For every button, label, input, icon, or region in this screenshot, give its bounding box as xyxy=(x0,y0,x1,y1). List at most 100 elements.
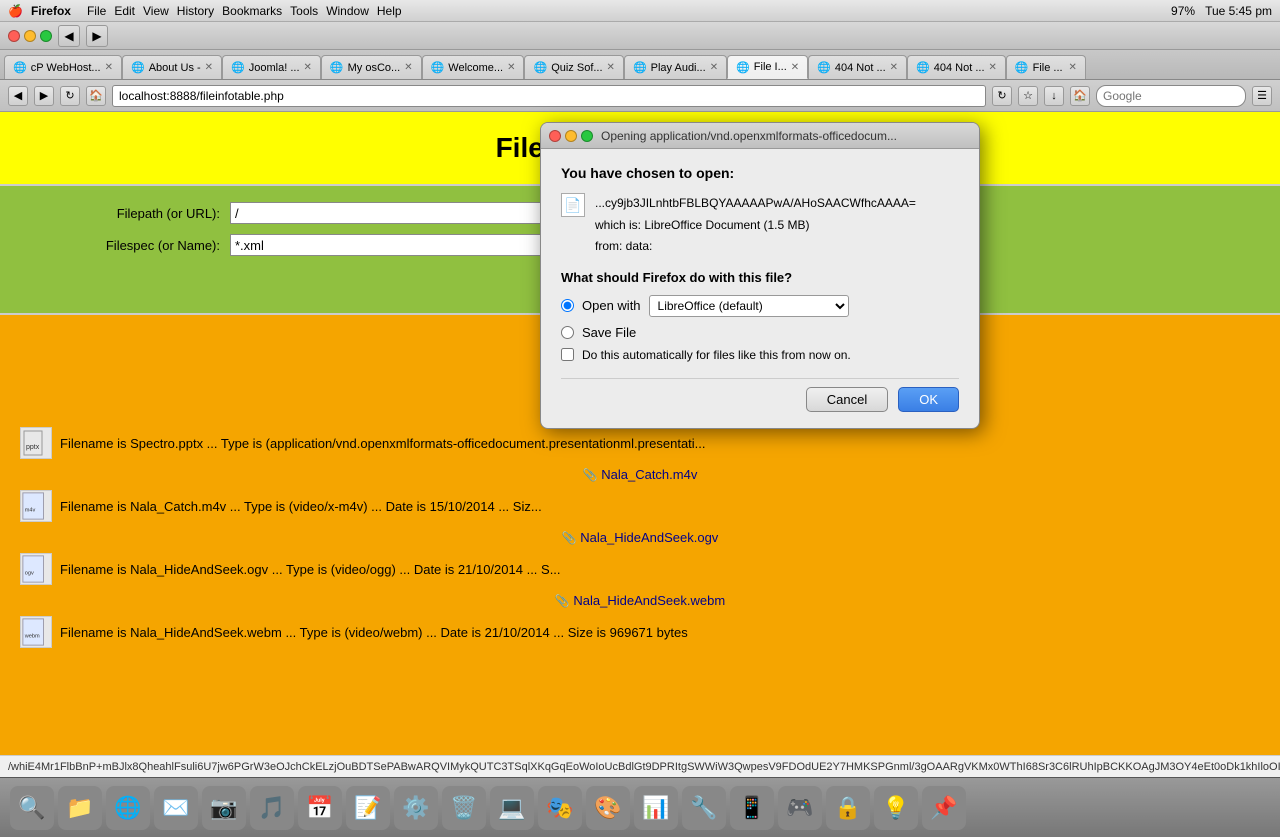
tab-favicon: 🌐 xyxy=(1015,61,1029,74)
open-with-select[interactable]: LibreOffice (default) xyxy=(649,295,849,317)
tab-close-icon[interactable]: ✕ xyxy=(507,62,515,73)
dialog-buttons: Cancel OK xyxy=(561,378,959,412)
dock-app1[interactable]: 🎭 xyxy=(538,786,582,830)
tab-filei[interactable]: 🌐 File I... ✕ xyxy=(727,55,808,79)
save-file-radio[interactable] xyxy=(561,326,574,339)
app-name: Firefox xyxy=(31,4,71,18)
tab-404a[interactable]: 🌐 404 Not ... ✕ xyxy=(808,55,907,79)
dialog-body: You have chosen to open: 📄 ...cy9jb3JILn… xyxy=(541,149,979,428)
ok-button[interactable]: OK xyxy=(898,387,959,412)
tab-file2[interactable]: 🌐 File ... ✕ xyxy=(1006,55,1086,79)
menu-help[interactable]: Help xyxy=(377,4,402,18)
dock-app9[interactable]: 📌 xyxy=(922,786,966,830)
tab-aboutus[interactable]: 🌐 About Us - ✕ xyxy=(122,55,222,79)
dock-app3[interactable]: 📊 xyxy=(634,786,678,830)
tab-close-icon[interactable]: ✕ xyxy=(710,62,718,73)
tab-close-icon[interactable]: ✕ xyxy=(205,62,213,73)
download-button[interactable]: ↓ xyxy=(1044,86,1064,106)
tab-myosco[interactable]: 🌐 My osCo... ✕ xyxy=(321,55,422,79)
open-with-radio[interactable] xyxy=(561,299,574,312)
tab-label: Quiz Sof... xyxy=(551,62,602,74)
go-button[interactable]: ↻ xyxy=(992,86,1012,106)
tab-close-icon[interactable]: ✕ xyxy=(105,62,113,73)
dialog-titlebar: Opening application/vnd.openxmlformats-o… xyxy=(541,123,979,149)
dock-calendar[interactable]: 📅 xyxy=(298,786,342,830)
tab-joomla[interactable]: 🌐 Joomla! ... ✕ xyxy=(222,55,321,79)
dock-terminal[interactable]: 💻 xyxy=(490,786,534,830)
menu-tools[interactable]: Tools xyxy=(290,4,318,18)
minimize-button[interactable] xyxy=(24,30,36,42)
menu-window[interactable]: Window xyxy=(326,4,369,18)
apple-icon[interactable]: 🍎 xyxy=(8,4,23,18)
dock-app8[interactable]: 💡 xyxy=(874,786,918,830)
tab-label: About Us - xyxy=(149,62,201,74)
open-with-option: Open with LibreOffice (default) xyxy=(561,295,959,317)
tab-close-icon[interactable]: ✕ xyxy=(890,62,898,73)
maximize-button[interactable] xyxy=(40,30,52,42)
tab-cpwebhost[interactable]: 🌐 cP WebHost... ✕ xyxy=(4,55,122,79)
home2-button[interactable]: 🏠 xyxy=(1070,86,1090,106)
dialog-close-button[interactable] xyxy=(549,130,561,142)
tab-playaudio[interactable]: 🌐 Play Audi... ✕ xyxy=(624,55,727,79)
dock-music[interactable]: 🎵 xyxy=(250,786,294,830)
back-button[interactable]: ◀ xyxy=(58,25,80,47)
dock-folder[interactable]: 📁 xyxy=(58,786,102,830)
tab-welcome[interactable]: 🌐 Welcome... ✕ xyxy=(422,55,525,79)
tab-label: Joomla! ... xyxy=(249,62,300,74)
tab-label: cP WebHost... xyxy=(31,62,101,74)
dock-app6[interactable]: 🎮 xyxy=(778,786,822,830)
dialog-file-icon: 📄 xyxy=(561,193,585,217)
dock-app2[interactable]: 🎨 xyxy=(586,786,630,830)
menu-file[interactable]: File xyxy=(87,4,106,18)
dock-settings[interactable]: ⚙️ xyxy=(394,786,438,830)
cancel-button[interactable]: Cancel xyxy=(806,387,888,412)
tab-label: 404 Not ... xyxy=(835,62,886,74)
menu-view[interactable]: View xyxy=(143,4,169,18)
dock-notes[interactable]: 📝 xyxy=(346,786,390,830)
close-button[interactable] xyxy=(8,30,20,42)
tab-404b[interactable]: 🌐 404 Not ... ✕ xyxy=(907,55,1006,79)
firefox-navbar: ◀ ▶ xyxy=(0,22,1280,50)
tab-quiz[interactable]: 🌐 Quiz Sof... ✕ xyxy=(524,55,623,79)
menu-bookmarks[interactable]: Bookmarks xyxy=(222,4,282,18)
dock-app7[interactable]: 🔒 xyxy=(826,786,870,830)
tab-close-icon[interactable]: ✕ xyxy=(607,62,615,73)
dock-finder[interactable]: 🔍 xyxy=(10,786,54,830)
tab-close-icon[interactable]: ✕ xyxy=(1069,62,1077,73)
tab-close-icon[interactable]: ✕ xyxy=(791,62,799,73)
url-input[interactable] xyxy=(112,85,986,107)
dialog-zoom-button[interactable] xyxy=(581,130,593,142)
reload-button[interactable]: ↻ xyxy=(60,86,80,106)
dock-mail[interactable]: ✉️ xyxy=(154,786,198,830)
forward-nav-button[interactable]: ▶ xyxy=(34,86,54,106)
menu-button[interactable]: ☰ xyxy=(1252,86,1272,106)
dock: 🔍 📁 🌐 ✉️ 📷 🎵 📅 📝 ⚙️ 🗑️ 💻 🎭 🎨 📊 🔧 📱 🎮 🔒 💡… xyxy=(0,777,1280,837)
back-nav-button[interactable]: ◀ xyxy=(8,86,28,106)
dialog-question: What should Firefox do with this file? xyxy=(561,270,959,285)
menu-history[interactable]: History xyxy=(177,4,214,18)
tab-favicon: 🌐 xyxy=(231,61,245,74)
bookmark-button[interactable]: ☆ xyxy=(1018,86,1038,106)
tab-close-icon[interactable]: ✕ xyxy=(989,62,997,73)
tab-close-icon[interactable]: ✕ xyxy=(304,62,312,73)
tab-bar: 🌐 cP WebHost... ✕ 🌐 About Us - ✕ 🌐 Jooml… xyxy=(0,50,1280,80)
page-content: File Information Table Filepath (or URL)… xyxy=(0,112,1280,755)
home-button[interactable]: 🏠 xyxy=(86,86,106,106)
tab-close-icon[interactable]: ✕ xyxy=(404,62,412,73)
mac-menu-bar: 🍎 Firefox File Edit View History Bookmar… xyxy=(0,0,1280,22)
menu-edit[interactable]: Edit xyxy=(114,4,135,18)
tab-label: Play Audi... xyxy=(651,62,706,74)
dialog-minimize-button[interactable] xyxy=(565,130,577,142)
tab-label: Welcome... xyxy=(448,62,503,74)
dock-trash[interactable]: 🗑️ xyxy=(442,786,486,830)
dock-photos[interactable]: 📷 xyxy=(202,786,246,830)
dock-browser[interactable]: 🌐 xyxy=(106,786,150,830)
dock-app4[interactable]: 🔧 xyxy=(682,786,726,830)
search-input[interactable] xyxy=(1096,85,1246,107)
forward-button[interactable]: ▶ xyxy=(86,25,108,47)
auto-checkbox[interactable] xyxy=(561,348,574,361)
open-with-label: Open with xyxy=(582,298,641,313)
dock-app5[interactable]: 📱 xyxy=(730,786,774,830)
dialog-from: from: data: xyxy=(595,236,916,258)
tab-label: My osCo... xyxy=(348,62,401,74)
